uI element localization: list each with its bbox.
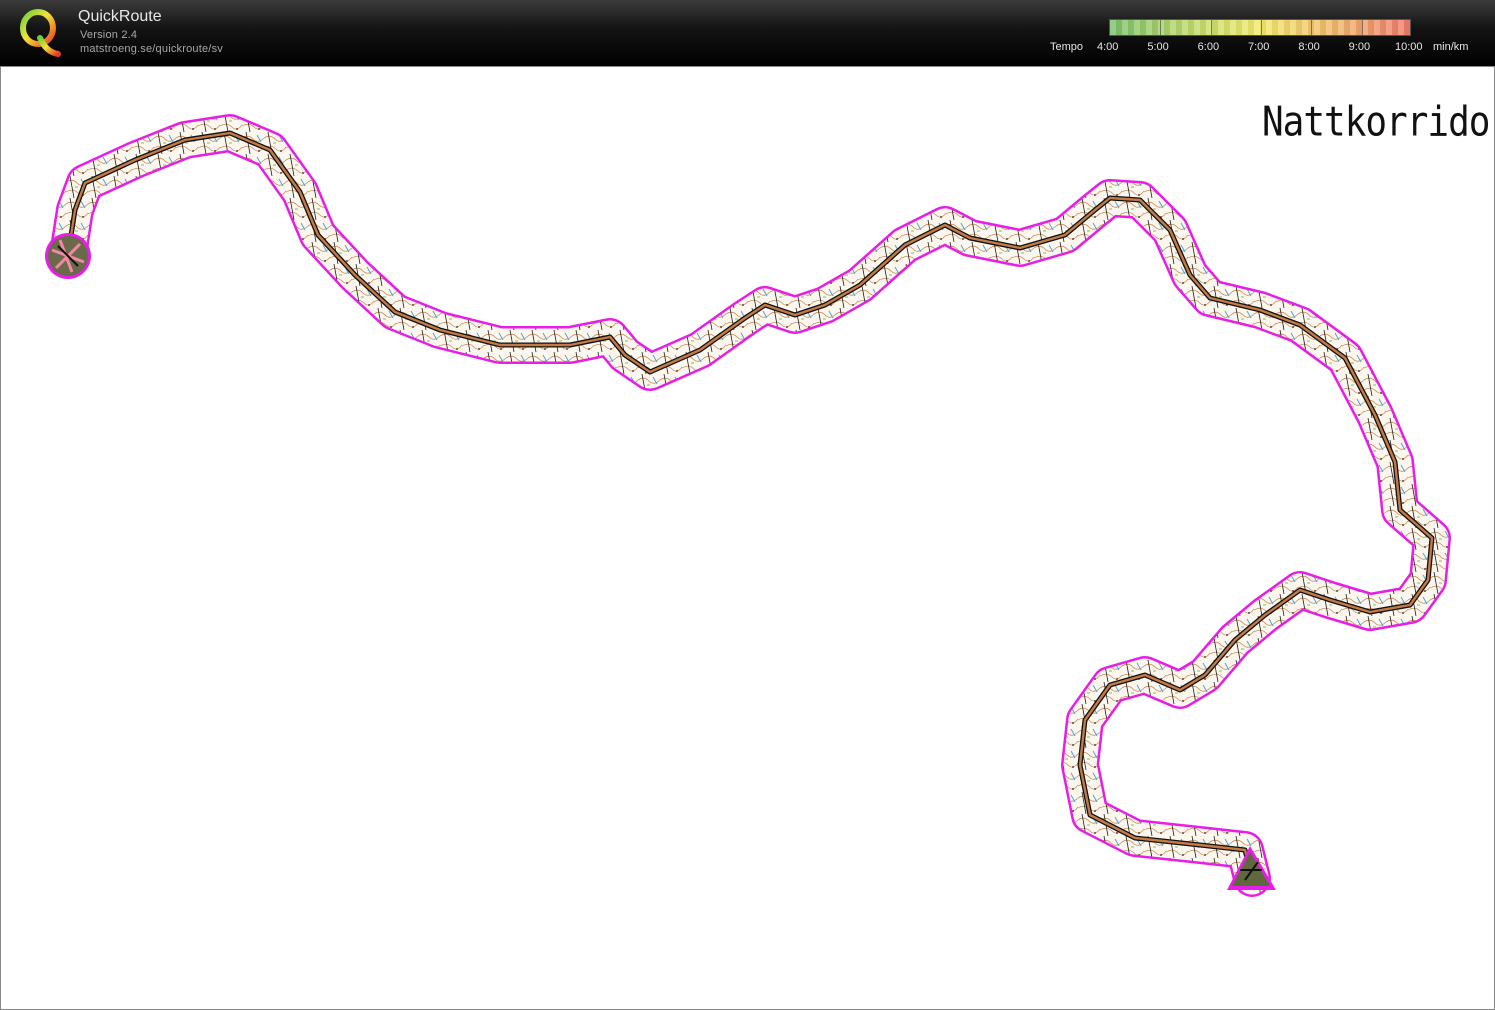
map-title: Nattkorridor — [1262, 98, 1495, 147]
start-circle-icon — [45, 233, 91, 279]
route-map — [45, 114, 1451, 897]
corridor-outline — [49, 114, 1451, 897]
route-track — [65, 130, 1435, 881]
